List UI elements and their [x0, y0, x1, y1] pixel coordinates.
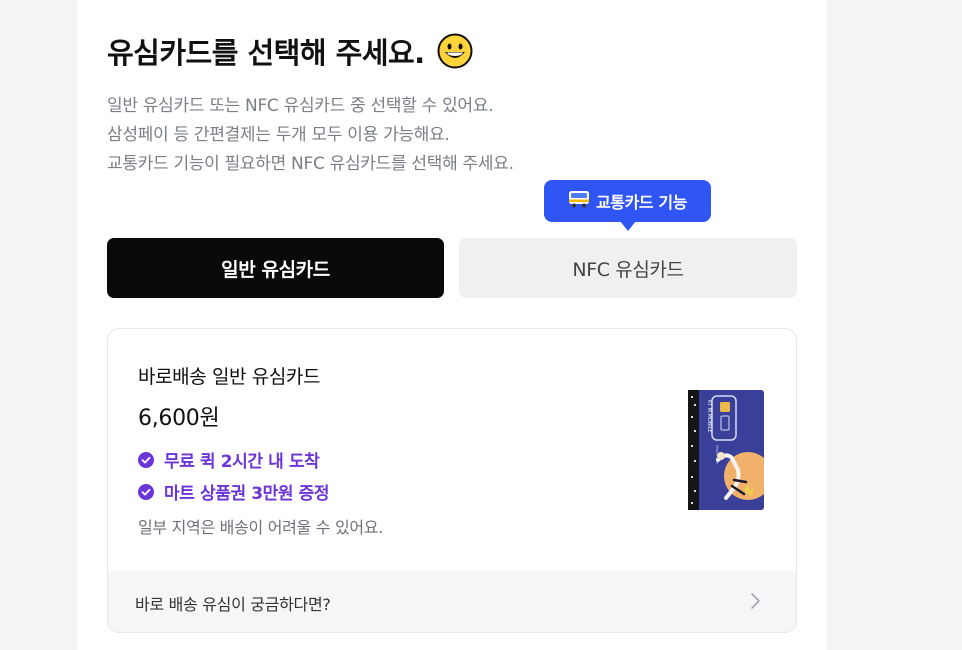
general-sim-option-button[interactable]: 일반 유심카드 [107, 238, 444, 298]
benefit-item: 무료 퀵 2시간 내 도착 [138, 447, 320, 472]
description: 일반 유심카드 또는 NFC 유심카드 중 선택할 수 있어요. 삼성페이 등 … [107, 92, 707, 179]
product-price: 6,600원 [138, 406, 220, 431]
tooltip-arrow [620, 221, 636, 231]
sim-card-image: KT M.MOBILE Mobile Life [688, 390, 764, 510]
description-line: 일반 유심카드 또는 NFC 유심카드 중 선택할 수 있어요. [107, 96, 494, 116]
description-line: 교통카드 기능이 필요하면 NFC 유심카드를 선택해 주세요. [107, 154, 514, 174]
check-circle-icon [138, 451, 154, 468]
product-card: 바로배송 일반 유심카드 6,600원 무료 퀵 2시간 내 도착 마트 상품권… [107, 328, 797, 633]
faq-label: 바로 배송 유심이 궁금하다면? [135, 595, 331, 614]
benefit-text: 무료 퀵 2시간 내 도착 [164, 452, 320, 472]
nfc-sim-option-button[interactable]: NFC 유심카드 [459, 238, 797, 298]
sim-brand-text: KT M.MOBILE [706, 400, 712, 433]
benefit-text: 마트 상품권 3만원 증정 [164, 484, 330, 504]
general-sim-label: 일반 유심카드 [221, 258, 330, 281]
delivery-notice: 일부 지역은 배송이 어려울 수 있어요. [138, 518, 384, 537]
page-title: 유심카드를 선택해 주세요. [107, 30, 473, 72]
tooltip-label: 교통카드 기능 [595, 193, 688, 212]
chevron-right-icon [751, 593, 760, 609]
description-line: 삼성페이 등 간편결제는 두개 모두 이용 가능해요. [107, 125, 450, 145]
benefit-item: 마트 상품권 3만원 증정 [138, 479, 330, 504]
page-title-text: 유심카드를 선택해 주세요. [107, 36, 425, 70]
grinning-face-icon [437, 33, 473, 69]
product-name: 바로배송 일반 유심카드 [138, 366, 321, 388]
bus-icon [568, 190, 590, 212]
nfc-sim-label: NFC 유심카드 [572, 258, 684, 281]
delivery-faq-link[interactable]: 바로 배송 유심이 궁금하다면? [108, 571, 796, 632]
transit-card-tooltip: 교통카드 기능 [544, 180, 711, 222]
check-circle-icon [138, 483, 154, 500]
